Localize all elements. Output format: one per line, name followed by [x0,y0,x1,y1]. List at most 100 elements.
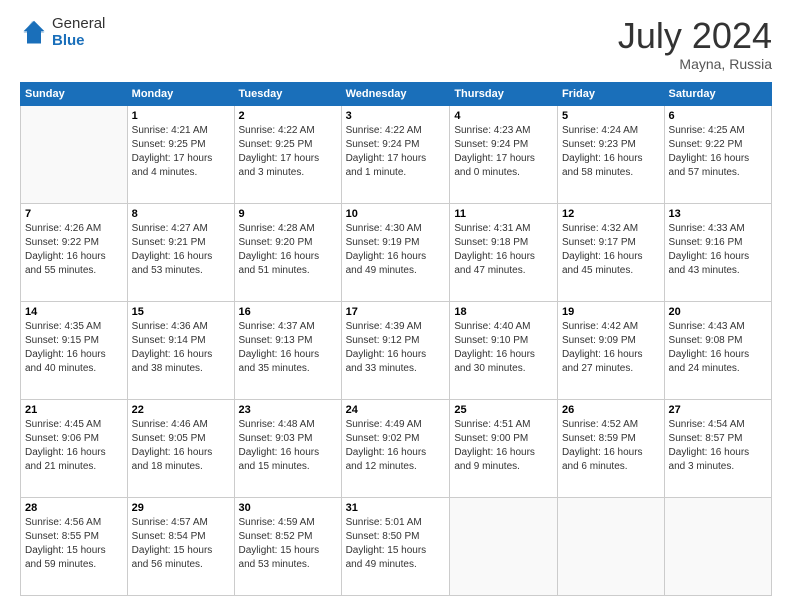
day-number: 7 [25,208,123,220]
day-header: Sunday [21,82,128,105]
day-header: Wednesday [341,82,450,105]
day-header: Monday [127,82,234,105]
day-number: 31 [346,502,446,514]
day-info: Sunrise: 4:22 AM Sunset: 9:24 PM Dayligh… [346,124,446,180]
calendar-cell: 15 Sunrise: 4:36 AM Sunset: 9:14 PM Dayli… [127,301,234,399]
day-number: 10 [346,208,446,220]
week-row: 21Sunrise: 4:45 AM Sunset: 9:06 PM Dayli… [21,399,772,497]
calendar-cell: 13 Sunrise: 4:33 AM Sunset: 9:16 PM Dayli… [664,203,771,301]
day-number: 6 [669,110,767,122]
calendar-cell: 1Sunrise: 4:21 AM Sunset: 9:25 PM Daylig… [127,105,234,203]
calendar-cell [450,497,558,595]
day-info: Sunrise: 4:42 AM Sunset: 9:09 PM Dayligh… [562,320,660,376]
calendar-cell: 5 Sunrise: 4:24 AM Sunset: 9:23 PM Daylig… [557,105,664,203]
day-info: Sunrise: 4:57 AM Sunset: 8:54 PM Dayligh… [132,516,230,572]
day-number: 11 [454,208,553,220]
day-info: Sunrise: 4:49 AM Sunset: 9:02 PM Dayligh… [346,418,446,474]
day-number: 24 [346,404,446,416]
day-number: 8 [132,208,230,220]
day-number: 3 [346,110,446,122]
week-row: 14Sunrise: 4:35 AM Sunset: 9:15 PM Dayli… [21,301,772,399]
day-info: Sunrise: 4:51 AM Sunset: 9:00 PM Dayligh… [454,418,553,474]
week-row: 7 Sunrise: 4:26 AM Sunset: 9:22 PM Daylig… [21,203,772,301]
calendar-cell: 22 Sunrise: 4:46 AM Sunset: 9:05 PM Dayli… [127,399,234,497]
day-number: 28 [25,502,123,514]
logo-blue-text: Blue [52,33,105,50]
day-number: 5 [562,110,660,122]
calendar-cell: 2 Sunrise: 4:22 AM Sunset: 9:25 PM Daylig… [234,105,341,203]
day-number: 16 [239,306,337,318]
calendar-cell: 27 Sunrise: 4:54 AM Sunset: 8:57 PM Dayli… [664,399,771,497]
calendar-cell: 7 Sunrise: 4:26 AM Sunset: 9:22 PM Daylig… [21,203,128,301]
day-info: Sunrise: 4:54 AM Sunset: 8:57 PM Dayligh… [669,418,767,474]
day-info: Sunrise: 4:37 AM Sunset: 9:13 PM Dayligh… [239,320,337,376]
day-info: Sunrise: 4:26 AM Sunset: 9:22 PM Dayligh… [25,222,123,278]
calendar-cell: 26 Sunrise: 4:52 AM Sunset: 8:59 PM Dayli… [557,399,664,497]
day-number: 22 [132,404,230,416]
calendar-cell: 8Sunrise: 4:27 AM Sunset: 9:21 PM Daylig… [127,203,234,301]
page: General Blue July 2024 Mayna, Russia Sun… [0,0,792,612]
day-info: Sunrise: 4:52 AM Sunset: 8:59 PM Dayligh… [562,418,660,474]
calendar-cell: 18 Sunrise: 4:40 AM Sunset: 9:10 PM Dayli… [450,301,558,399]
calendar-cell: 19 Sunrise: 4:42 AM Sunset: 9:09 PM Dayli… [557,301,664,399]
header-row: SundayMondayTuesdayWednesdayThursdayFrid… [21,82,772,105]
day-header: Thursday [450,82,558,105]
day-info: Sunrise: 4:48 AM Sunset: 9:03 PM Dayligh… [239,418,337,474]
day-header: Tuesday [234,82,341,105]
day-number: 14 [25,306,123,318]
calendar-cell: 10Sunrise: 4:30 AM Sunset: 9:19 PM Dayli… [341,203,450,301]
calendar-cell: 21Sunrise: 4:45 AM Sunset: 9:06 PM Dayli… [21,399,128,497]
calendar-cell: 6Sunrise: 4:25 AM Sunset: 9:22 PM Daylig… [664,105,771,203]
day-number: 30 [239,502,337,514]
header: General Blue July 2024 Mayna, Russia [20,16,772,72]
calendar-cell: 4 Sunrise: 4:23 AM Sunset: 9:24 PM Daylig… [450,105,558,203]
title-block: July 2024 Mayna, Russia [618,16,772,72]
day-number: 1 [132,110,230,122]
day-number: 27 [669,404,767,416]
location: Mayna, Russia [618,56,772,72]
calendar-table: SundayMondayTuesdayWednesdayThursdayFrid… [20,82,772,596]
day-number: 23 [239,404,337,416]
day-number: 29 [132,502,230,514]
day-info: Sunrise: 4:36 AM Sunset: 9:14 PM Dayligh… [132,320,230,376]
day-number: 20 [669,306,767,318]
day-number: 12 [562,208,660,220]
day-number: 4 [454,110,553,122]
day-info: Sunrise: 4:39 AM Sunset: 9:12 PM Dayligh… [346,320,446,376]
day-info: Sunrise: 4:33 AM Sunset: 9:16 PM Dayligh… [669,222,767,278]
calendar-cell: 31 Sunrise: 5:01 AM Sunset: 8:50 PM Dayli… [341,497,450,595]
day-info: Sunrise: 4:43 AM Sunset: 9:08 PM Dayligh… [669,320,767,376]
calendar-cell [21,105,128,203]
day-number: 26 [562,404,660,416]
day-number: 19 [562,306,660,318]
calendar-cell: 30Sunrise: 4:59 AM Sunset: 8:52 PM Dayli… [234,497,341,595]
day-info: Sunrise: 4:46 AM Sunset: 9:05 PM Dayligh… [132,418,230,474]
calendar-cell: 14Sunrise: 4:35 AM Sunset: 9:15 PM Dayli… [21,301,128,399]
day-info: Sunrise: 4:23 AM Sunset: 9:24 PM Dayligh… [454,124,553,180]
day-info: Sunrise: 4:32 AM Sunset: 9:17 PM Dayligh… [562,222,660,278]
day-number: 17 [346,306,446,318]
day-info: Sunrise: 5:01 AM Sunset: 8:50 PM Dayligh… [346,516,446,572]
calendar-cell: 28Sunrise: 4:56 AM Sunset: 8:55 PM Dayli… [21,497,128,595]
day-number: 25 [454,404,553,416]
calendar-cell: 24 Sunrise: 4:49 AM Sunset: 9:02 PM Dayli… [341,399,450,497]
day-info: Sunrise: 4:45 AM Sunset: 9:06 PM Dayligh… [25,418,123,474]
calendar-cell: 20 Sunrise: 4:43 AM Sunset: 9:08 PM Dayli… [664,301,771,399]
day-number: 18 [454,306,553,318]
day-number: 2 [239,110,337,122]
day-info: Sunrise: 4:24 AM Sunset: 9:23 PM Dayligh… [562,124,660,180]
week-row: 1Sunrise: 4:21 AM Sunset: 9:25 PM Daylig… [21,105,772,203]
day-info: Sunrise: 4:40 AM Sunset: 9:10 PM Dayligh… [454,320,553,376]
day-info: Sunrise: 4:31 AM Sunset: 9:18 PM Dayligh… [454,222,553,278]
calendar-cell: 12 Sunrise: 4:32 AM Sunset: 9:17 PM Dayli… [557,203,664,301]
calendar-cell: 23 Sunrise: 4:48 AM Sunset: 9:03 PM Dayli… [234,399,341,497]
calendar-cell: 25 Sunrise: 4:51 AM Sunset: 9:00 PM Dayli… [450,399,558,497]
day-number: 13 [669,208,767,220]
day-info: Sunrise: 4:22 AM Sunset: 9:25 PM Dayligh… [239,124,337,180]
logo-text: General Blue [52,16,105,49]
calendar-cell: 29 Sunrise: 4:57 AM Sunset: 8:54 PM Dayli… [127,497,234,595]
day-number: 15 [132,306,230,318]
day-header: Friday [557,82,664,105]
calendar-cell: 16 Sunrise: 4:37 AM Sunset: 9:13 PM Dayli… [234,301,341,399]
logo: General Blue [20,16,105,49]
